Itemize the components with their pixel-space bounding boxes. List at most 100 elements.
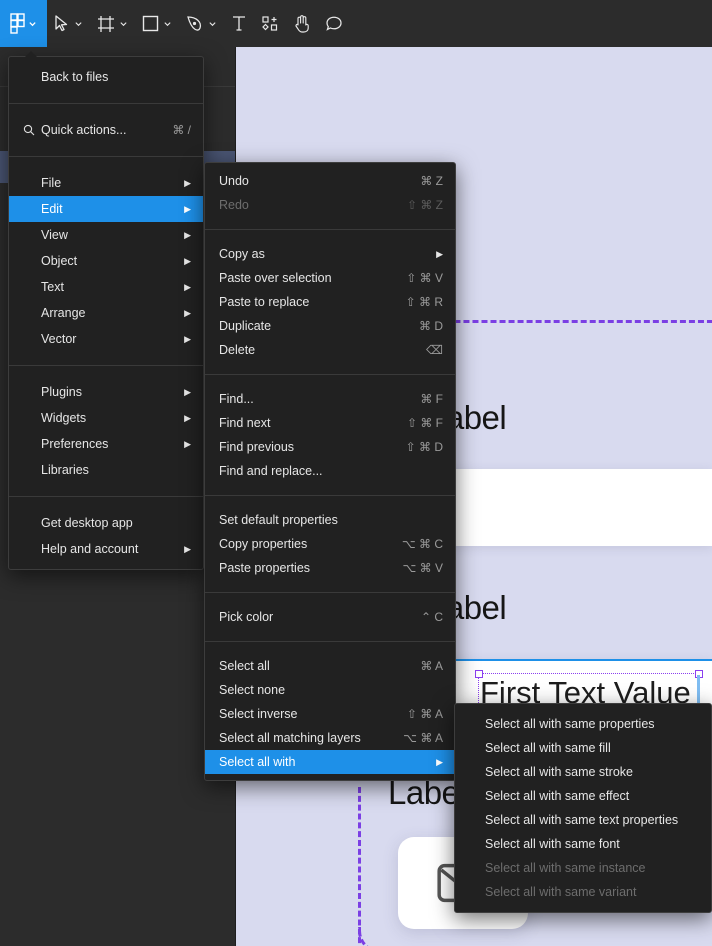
edit-menu-item-find-and-replace[interactable]: Find and replace... (205, 459, 455, 483)
menu-item-label: Find next (219, 416, 271, 430)
main-menu-item-get-desktop-app[interactable]: Get desktop app (9, 510, 203, 536)
components-plus-icon (262, 15, 278, 31)
edit-menu-item-find-previous[interactable]: Find previous ⇧ ⌘ D (205, 435, 455, 459)
menu-separator (9, 365, 203, 366)
edit-menu-item-select-all-matching-layers[interactable]: Select all matching layers ⌥ ⌘ A (205, 726, 455, 750)
frame-icon (98, 15, 114, 32)
main-menu-item-file[interactable]: File ▶ (9, 170, 203, 196)
top-toolbar[interactable] (0, 0, 712, 47)
submenu-arrow-icon: ▶ (436, 248, 443, 259)
menu-item-shortcut: ⌥ ⌘ V (402, 561, 444, 575)
select-all-with-item-1[interactable]: Select all with same fill (455, 736, 711, 760)
shape-tool[interactable] (135, 0, 179, 47)
hand-tool[interactable] (286, 0, 318, 47)
main-menu-item-object[interactable]: Object ▶ (9, 248, 203, 274)
menu-item-label: Copy properties (219, 537, 308, 551)
edit-menu-item-copy-as[interactable]: Copy as ▶ (205, 242, 455, 266)
hand-icon (295, 15, 309, 33)
chevron-down-icon[interactable] (28, 19, 37, 28)
text-tool[interactable] (224, 0, 254, 47)
main-menu-item-arrange[interactable]: Arrange ▶ (9, 300, 203, 326)
edit-menu-item-paste-properties[interactable]: Paste properties ⌥ ⌘ V (205, 556, 455, 580)
edit-menu-item-copy-properties[interactable]: Copy properties ⌥ ⌘ C (205, 532, 455, 556)
edit-menu-item-paste-to-replace[interactable]: Paste to replace ⇧ ⌘ R (205, 290, 455, 314)
menu-item-label: Paste over selection (219, 271, 332, 285)
menu-item-label: Quick actions... (41, 123, 127, 137)
edit-menu-item-duplicate[interactable]: Duplicate ⌘ D (205, 314, 455, 338)
menu-separator (205, 374, 455, 375)
menu-item-label: Select all with same stroke (485, 765, 633, 779)
menu-item-shortcut: ⌘ / (172, 123, 191, 137)
edit-menu-item-undo[interactable]: Undo ⌘ Z (205, 169, 455, 193)
edit-menu-item-select-inverse[interactable]: Select inverse ⇧ ⌘ A (205, 702, 455, 726)
menu-caret (25, 51, 37, 57)
main-menu-item-edit[interactable]: Edit ▶ (9, 196, 203, 222)
menu-item-shortcut: ⌫ (426, 343, 443, 357)
figma-main-menu[interactable]: Back to files Quick actions... ⌘ / File ▶ Edi… (8, 51, 204, 570)
select-all-with-item-5[interactable]: Select all with same font (455, 832, 711, 856)
pen-tool[interactable] (179, 0, 224, 47)
comment-tool[interactable] (318, 0, 350, 47)
main-menu-item-back-to-files[interactable]: Back to files (9, 64, 203, 90)
frame-tool[interactable] (90, 0, 135, 47)
main-menu-item-text[interactable]: Text ▶ (9, 274, 203, 300)
menu-item-label: Copy as (219, 247, 265, 261)
menu-item-label: Libraries (41, 463, 89, 477)
edit-menu-item-delete[interactable]: Delete ⌫ (205, 338, 455, 362)
menu-item-label: Back to files (41, 70, 109, 84)
main-menu-item-help-and-account[interactable]: Help and account ▶ (9, 536, 203, 562)
chevron-down-icon[interactable] (74, 19, 83, 28)
main-menu-item-quick-actions[interactable]: Quick actions... ⌘ / (9, 117, 203, 143)
menu-item-label: Plugins (41, 385, 82, 399)
main-menu-item-vector[interactable]: Vector ▶ (9, 326, 203, 352)
submenu-arrow-icon: ▶ (184, 203, 191, 214)
menu-separator (9, 103, 203, 104)
menu-item-shortcut: ⌘ D (419, 319, 443, 333)
submenu-arrow-icon: ▶ (184, 386, 191, 397)
menu-item-label: Select all with (219, 755, 296, 769)
select-all-with-item-2[interactable]: Select all with same stroke (455, 760, 711, 784)
menu-item-shortcut: ⌘ Z (420, 174, 443, 188)
menu-item-label: Find... (219, 392, 254, 406)
figma-logo-icon (10, 13, 25, 34)
menu-item-label: Set default properties (219, 513, 338, 527)
resources-tool[interactable] (254, 0, 286, 47)
chevron-down-icon[interactable] (119, 19, 128, 28)
select-all-with-submenu[interactable]: Select all with same properties Select al… (454, 703, 712, 913)
edit-menu-item-select-all-with[interactable]: Select all with ▶ (205, 750, 455, 774)
menu-item-label: Duplicate (219, 319, 272, 333)
select-all-with-item-3[interactable]: Select all with same effect (455, 784, 711, 808)
edit-menu-item-set-default-properties[interactable]: Set default properties (205, 508, 455, 532)
select-all-with-item-4[interactable]: Select all with same text properties (455, 808, 711, 832)
menu-item-shortcut: ⇧ ⌘ V (406, 271, 443, 285)
menu-item-shortcut: ⌃ C (420, 610, 443, 624)
menu-item-label: Select all with same effect (485, 789, 630, 803)
edit-menu-item-find-next[interactable]: Find next ⇧ ⌘ F (205, 411, 455, 435)
edit-submenu[interactable]: Undo ⌘ Z Redo ⇧ ⌘ Z Copy as ▶ Paste over selec… (204, 162, 456, 781)
submenu-arrow-icon: ▶ (184, 229, 191, 240)
edit-menu-item-select-none[interactable]: Select none (205, 678, 455, 702)
select-all-with-item-0[interactable]: Select all with same properties (455, 712, 711, 736)
main-menu-item-widgets[interactable]: Widgets ▶ (9, 405, 203, 431)
submenu-arrow-icon: ▶ (184, 543, 191, 554)
edit-menu-item-paste-over-selection[interactable]: Paste over selection ⇧ ⌘ V (205, 266, 455, 290)
main-menu-item-view[interactable]: View ▶ (9, 222, 203, 248)
figma-menu-button[interactable] (0, 0, 47, 47)
move-tool[interactable] (47, 0, 90, 47)
edit-menu-item-find[interactable]: Find... ⌘ F (205, 387, 455, 411)
submenu-arrow-icon: ▶ (184, 177, 191, 188)
main-menu-item-libraries[interactable]: Libraries (9, 457, 203, 483)
main-menu-item-preferences[interactable]: Preferences ▶ (9, 431, 203, 457)
chevron-down-icon[interactable] (208, 19, 217, 28)
edit-menu-item-redo: Redo ⇧ ⌘ Z (205, 193, 455, 217)
edit-menu-item-pick-color[interactable]: Pick color ⌃ C (205, 605, 455, 629)
menu-item-shortcut: ⌥ ⌘ A (403, 731, 443, 745)
menu-item-label: Paste to replace (219, 295, 310, 309)
edit-menu-item-select-all[interactable]: Select all ⌘ A (205, 654, 455, 678)
pen-icon (187, 15, 202, 31)
menu-item-label: Redo (219, 198, 249, 212)
menu-separator (205, 495, 455, 496)
menu-item-shortcut: ⇧ ⌘ R (405, 295, 443, 309)
chevron-down-icon[interactable] (163, 19, 172, 28)
main-menu-item-plugins[interactable]: Plugins ▶ (9, 379, 203, 405)
